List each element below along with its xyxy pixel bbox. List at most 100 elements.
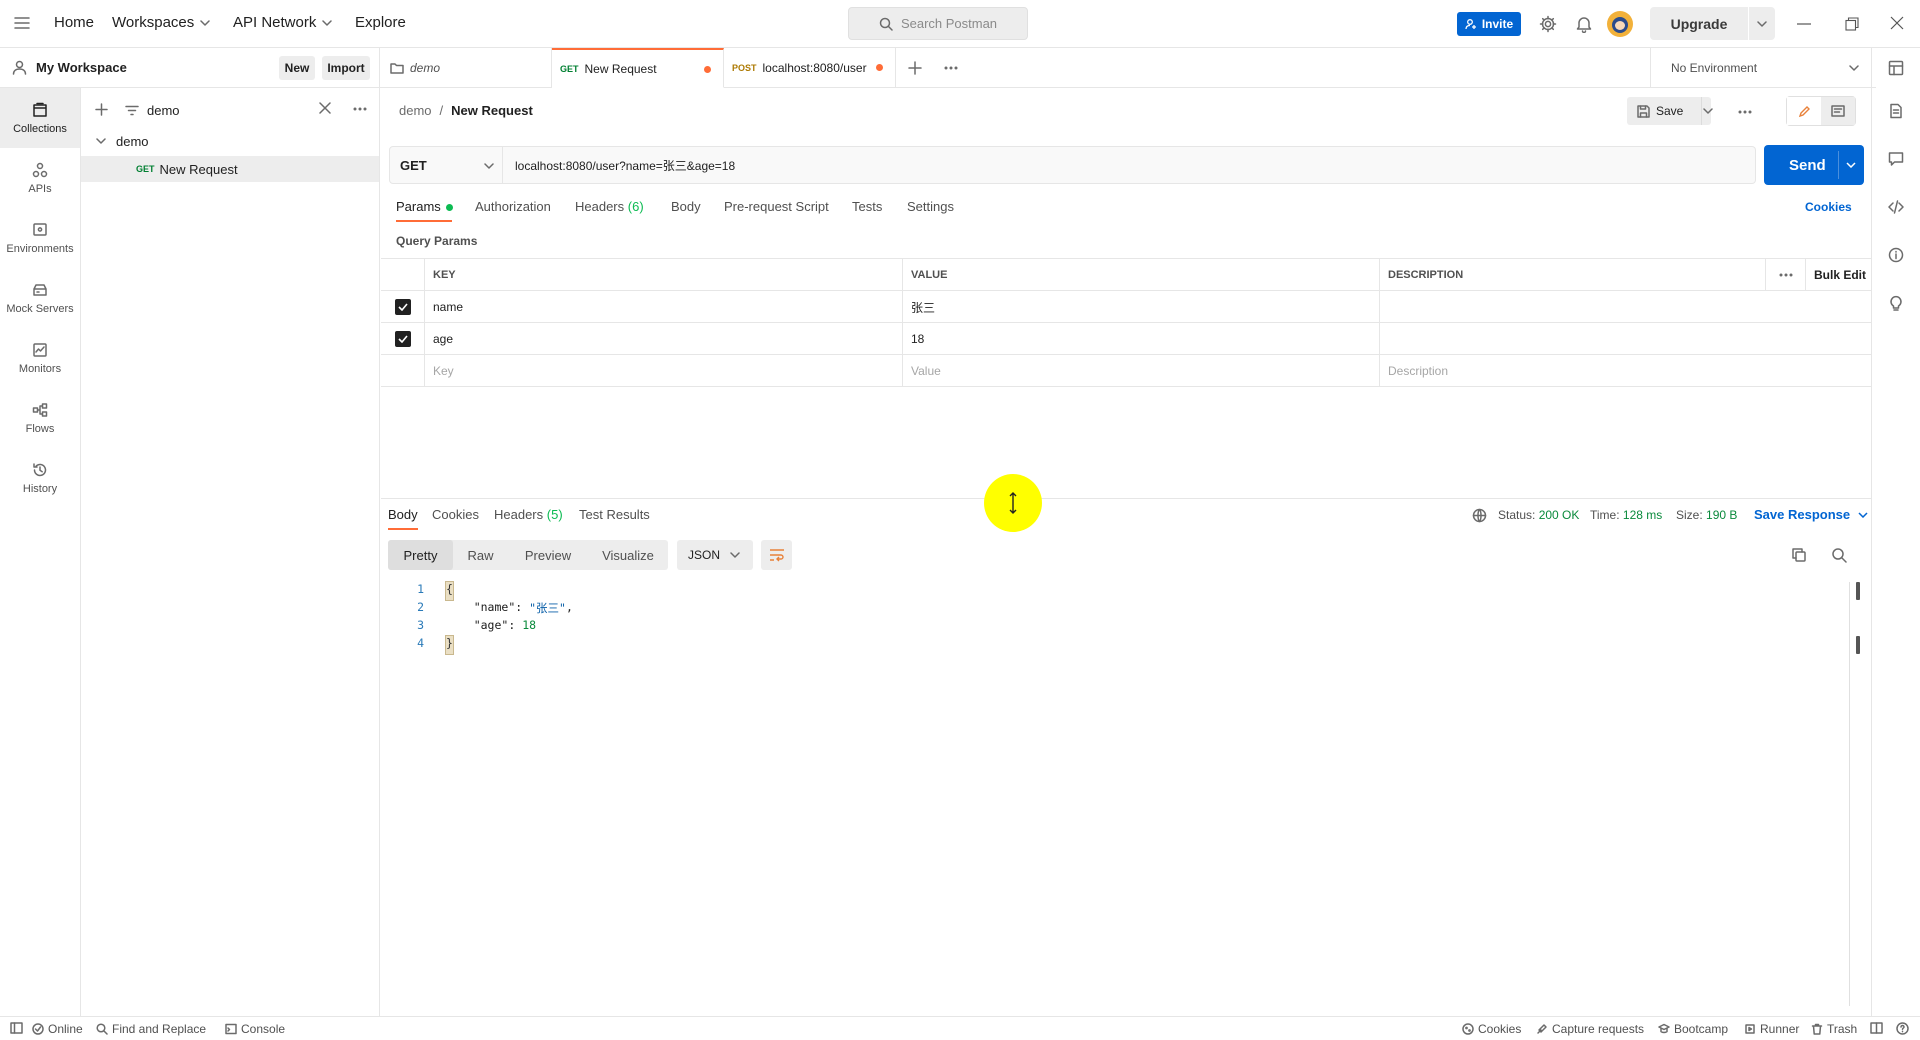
comments-icon[interactable] — [1888, 151, 1904, 167]
tab-demo[interactable]: demo — [380, 48, 552, 88]
cookies-link[interactable]: Cookies — [1805, 200, 1852, 214]
tab-post-user[interactable]: POST localhost:8080/user — [724, 48, 896, 88]
tab-authorization[interactable]: Authorization — [475, 199, 551, 214]
pane-divider[interactable] — [381, 498, 1871, 499]
trash-button[interactable]: Trash — [1811, 1022, 1857, 1036]
breadcrumb-current[interactable]: New Request — [451, 103, 533, 118]
response-time[interactable]: Time: 128 ms — [1590, 508, 1662, 522]
param-checkbox[interactable] — [381, 323, 424, 355]
add-collection-icon[interactable] — [95, 103, 108, 116]
language-select[interactable]: JSON — [677, 540, 753, 570]
bootcamp-button[interactable]: Bootcamp — [1658, 1022, 1728, 1036]
format-raw[interactable]: Raw — [453, 540, 508, 570]
rail-collections[interactable]: Collections — [0, 88, 80, 148]
request-more-icon[interactable] — [1738, 110, 1752, 114]
lightbulb-icon[interactable] — [1888, 295, 1904, 311]
wrap-lines-button[interactable] — [761, 540, 792, 570]
tab-prerequest[interactable]: Pre-request Script — [724, 199, 829, 214]
rail-history[interactable]: History — [0, 448, 80, 508]
add-tab-icon[interactable] — [908, 61, 922, 75]
format-preview[interactable]: Preview — [508, 540, 588, 570]
response-tab-cookies[interactable]: Cookies — [432, 507, 479, 522]
scrollbar-track[interactable] — [1849, 582, 1850, 1006]
runner-button[interactable]: Runner — [1744, 1022, 1799, 1036]
tab-tests[interactable]: Tests — [852, 199, 882, 214]
new-key-input[interactable]: Key — [424, 355, 902, 387]
copy-icon[interactable] — [1791, 547, 1807, 563]
tab-params[interactable]: Params — [396, 199, 453, 214]
rail-mock-servers[interactable]: Mock Servers — [0, 268, 80, 328]
save-button[interactable]: Save — [1627, 97, 1711, 125]
environment-quick-look-icon[interactable] — [1888, 60, 1904, 76]
comment-mode-button[interactable] — [1821, 97, 1855, 125]
bulk-edit-button[interactable]: Bulk Edit — [1805, 259, 1871, 291]
new-value-input[interactable]: Value — [902, 355, 1379, 387]
rail-flows[interactable]: Flows — [0, 388, 80, 448]
tab-new-request[interactable]: GET New Request — [552, 48, 724, 88]
param-value[interactable]: 张三 — [902, 291, 1379, 323]
invite-button[interactable]: Invite — [1457, 12, 1521, 36]
nav-workspaces[interactable]: Workspaces — [112, 14, 211, 31]
format-visualize[interactable]: Visualize — [588, 540, 668, 570]
upgrade-button[interactable]: Upgrade — [1650, 7, 1748, 40]
save-response-button[interactable]: Save Response — [1754, 507, 1868, 522]
sidebar-more-icon[interactable] — [353, 107, 367, 111]
upgrade-menu-button[interactable] — [1749, 7, 1775, 40]
filter-input[interactable]: demo — [125, 98, 325, 122]
response-tab-body[interactable]: Body — [388, 507, 418, 522]
collection-row-demo[interactable]: demo — [81, 128, 379, 154]
param-checkbox[interactable] — [381, 291, 424, 323]
nav-api-network[interactable]: API Network — [233, 14, 333, 31]
notifications-bell-icon[interactable] — [1576, 15, 1592, 33]
param-description[interactable] — [1379, 323, 1871, 355]
code-icon[interactable] — [1888, 199, 1904, 215]
edit-mode-button[interactable] — [1787, 97, 1821, 125]
two-pane-icon[interactable] — [1870, 1022, 1883, 1034]
response-size[interactable]: Size: 190 B — [1676, 508, 1737, 522]
environment-select[interactable]: No Environment — [1650, 48, 1876, 88]
close-window-icon[interactable] — [1890, 16, 1904, 30]
online-status[interactable]: Online — [32, 1022, 83, 1036]
response-tab-test-results[interactable]: Test Results — [579, 507, 650, 522]
rail-apis[interactable]: APIs — [0, 148, 80, 208]
capture-requests-button[interactable]: Capture requests — [1536, 1022, 1644, 1036]
workspace-name[interactable]: My Workspace — [36, 60, 127, 75]
tab-headers[interactable]: Headers (6) — [575, 199, 644, 214]
param-key[interactable]: name — [424, 291, 902, 323]
param-value[interactable]: 18 — [902, 323, 1379, 355]
cookies-button[interactable]: Cookies — [1462, 1022, 1521, 1036]
search-input[interactable]: Search Postman — [848, 7, 1028, 40]
param-description[interactable] — [1379, 291, 1871, 323]
search-response-icon[interactable] — [1831, 547, 1847, 563]
find-replace-button[interactable]: Find and Replace — [96, 1022, 206, 1036]
save-options-button[interactable] — [1703, 97, 1715, 125]
new-button[interactable]: New — [279, 56, 315, 80]
more-tabs-icon[interactable] — [944, 66, 958, 70]
nav-home[interactable]: Home — [54, 14, 94, 31]
tab-settings[interactable]: Settings — [907, 199, 954, 214]
param-key[interactable]: age — [424, 323, 902, 355]
restore-icon[interactable] — [1845, 17, 1859, 31]
response-tab-headers[interactable]: Headers (5) — [494, 507, 563, 522]
nav-explore[interactable]: Explore — [355, 14, 406, 31]
info-icon[interactable] — [1888, 247, 1904, 263]
globe-icon[interactable] — [1472, 508, 1487, 523]
avatar[interactable] — [1607, 11, 1633, 37]
send-button[interactable]: Send — [1764, 145, 1864, 185]
tab-body[interactable]: Body — [671, 199, 701, 214]
rail-environments[interactable]: Environments — [0, 208, 80, 268]
breadcrumb-parent[interactable]: demo — [399, 103, 432, 118]
rail-monitors[interactable]: Monitors — [0, 328, 80, 388]
url-input[interactable]: localhost:8080/user?name=张三&age=18 — [503, 146, 1756, 184]
toggle-sidebar-icon[interactable] — [10, 1022, 23, 1034]
documentation-icon[interactable] — [1888, 103, 1904, 119]
response-status[interactable]: Status: 200 OK — [1498, 508, 1579, 522]
format-pretty[interactable]: Pretty — [388, 540, 453, 570]
request-row-new-request[interactable]: GET New Request — [81, 156, 379, 182]
method-select[interactable]: GET — [389, 146, 503, 184]
console-button[interactable]: Console — [225, 1022, 285, 1036]
help-icon[interactable] — [1896, 1022, 1909, 1035]
scrollbar-thumb[interactable] — [1856, 582, 1860, 600]
minimize-icon[interactable] — [1797, 23, 1811, 25]
settings-gear-icon[interactable] — [1539, 15, 1557, 33]
